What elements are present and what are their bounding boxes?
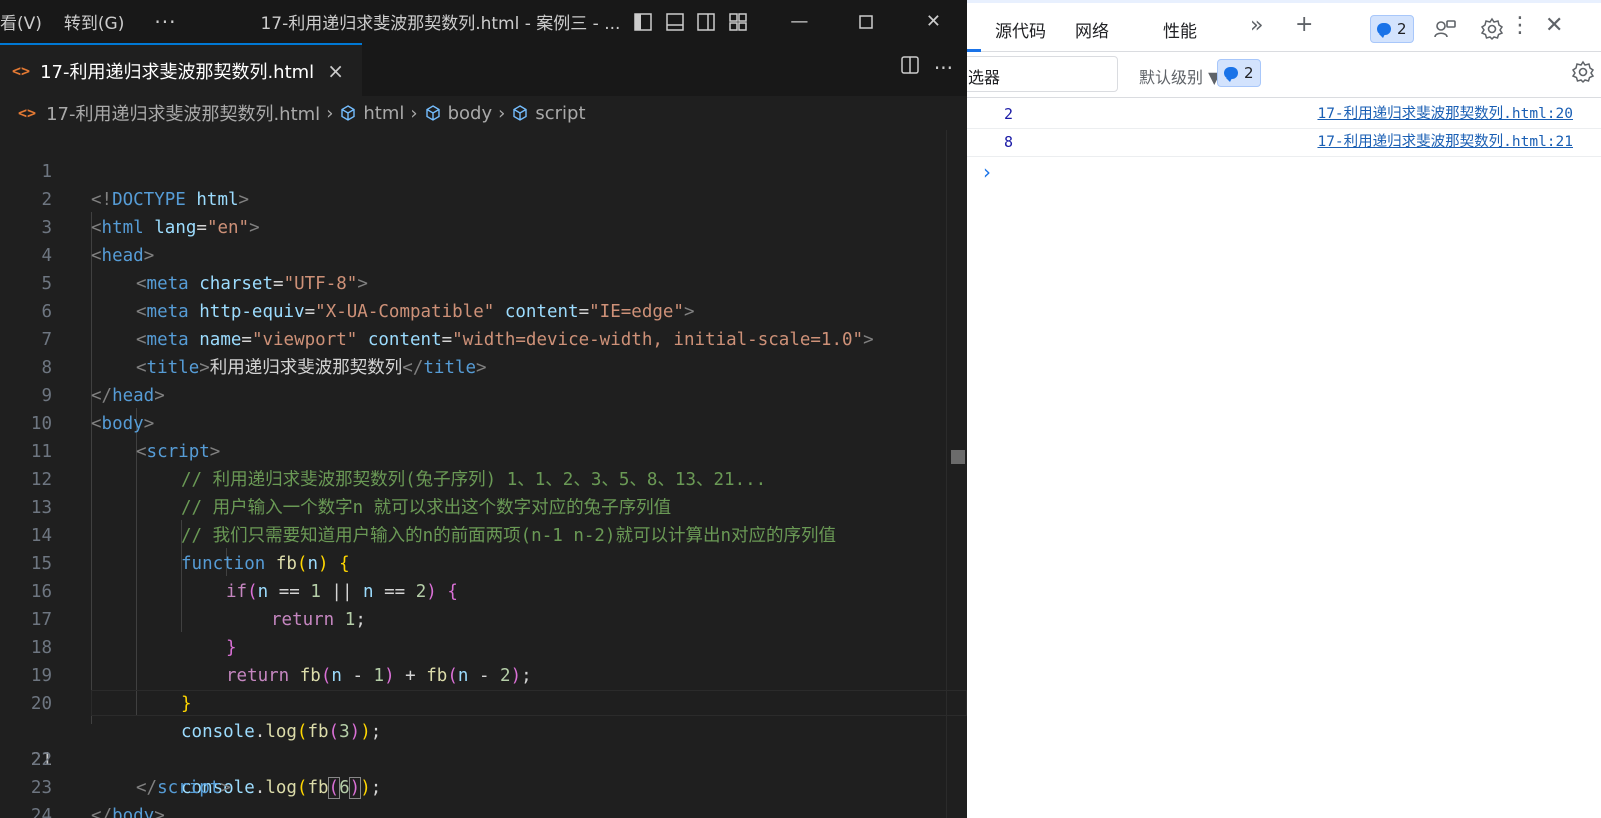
code-line-current: 21 console.log(fb(6)); (0, 690, 967, 799)
code-line: 9 <body> (0, 354, 967, 434)
line-number: 24 (30, 806, 52, 818)
menu-goto[interactable]: 转到(G) (64, 9, 136, 34)
filter-input[interactable]: 选器 (967, 56, 1118, 92)
chevron-right-icon: › (498, 102, 506, 124)
code-line: 8 </head> (0, 326, 967, 406)
code-line: 19 } (0, 634, 967, 714)
close-devtools-icon[interactable]: ✕ (1545, 13, 1563, 38)
log-levels-dropdown[interactable]: 默认级别 ▼ (1139, 64, 1220, 88)
symbol-icon (424, 104, 442, 122)
messages-badge[interactable]: 2 (1217, 59, 1261, 87)
code-line: 23 </body> (0, 746, 967, 818)
title-bar: 看(V) 转到(G) ··· 17-利用递归求斐波那契数列.html - 案例三… (0, 0, 967, 43)
code-line: 15 if(n == 1 || n == 2) { (0, 522, 967, 602)
code-line: 6 <meta name="viewport" content="width=d… (0, 270, 967, 350)
toggle-secondary-sidebar-icon[interactable] (693, 10, 721, 34)
code-line: 3 <head> (0, 186, 967, 266)
menu-view[interactable]: 看(V) (0, 9, 54, 34)
tab-close-icon[interactable]: × (327, 59, 344, 83)
breadcrumb-body[interactable]: body (448, 103, 493, 124)
symbol-icon (511, 104, 529, 122)
symbol-icon (339, 104, 357, 122)
code-line: 13 // 我们只需要知道用户输入的n的前面两项(n-1 n-2)就可以计算出n… (0, 466, 967, 546)
tab-sources[interactable]: 源代码 (995, 17, 1046, 42)
chevron-right-icon: › (410, 102, 418, 124)
tab-performance[interactable]: 性能 (1163, 17, 1197, 42)
html-file-icon: <> (12, 61, 31, 80)
code-line: 2 <html lang="en"> (0, 158, 967, 238)
console-message: 2 17-利用递归求斐波那契数列.html:20 (967, 101, 1601, 129)
console-message: 8 17-利用递归求斐波那契数列.html:21 (967, 129, 1601, 157)
window-title: 17-利用递归求斐波那契数列.html - 案例三 - ... (260, 14, 621, 34)
messages-count: 2 (1244, 64, 1254, 82)
devtools-toolbar: 源代码 网络 性能 » + 2 ⋮ ✕ (967, 0, 1601, 52)
code-line: 1 <!DOCTYPE html> (0, 130, 967, 210)
tab-network[interactable]: 网络 (1075, 17, 1109, 42)
more-tabs-icon[interactable]: » (1250, 13, 1263, 38)
source-link[interactable]: 17-利用递归求斐波那契数列.html:20 (1317, 101, 1573, 128)
current-line-highlight (91, 690, 967, 716)
code-line: 11 // 利用递归求斐波那契数列(兔子序列) 1、1、2、3、5、8、13、2… (0, 410, 967, 490)
split-editor-icon[interactable] (900, 55, 920, 80)
tab-actions: ··· (900, 55, 953, 80)
breadcrumb-script[interactable]: script (535, 103, 585, 124)
html-file-icon: <> (18, 104, 37, 122)
code-line: 16 return 1; (0, 550, 967, 630)
code-line: 4 <meta charset="UTF-8"> (0, 214, 967, 294)
editor-tab-active[interactable]: <> 17-利用递归求斐波那契数列.html × (0, 43, 362, 96)
code-line: 5 <meta http-equiv="X-UA-Compatible" con… (0, 242, 967, 322)
console-value: 2 (1004, 105, 1014, 123)
editor-scrollbar-track (946, 130, 947, 818)
customize-icon[interactable] (1433, 17, 1457, 47)
code-line: 7 <title>利用递归求斐波那契数列</title> (0, 298, 967, 378)
code-editor: 看(V) 转到(G) ··· 17-利用递归求斐波那契数列.html - 案例三… (0, 0, 967, 818)
issues-badge[interactable]: 2 (1370, 15, 1414, 43)
devtools-panel: 源代码 网络 性能 » + 2 ⋮ ✕ 选器 默认级别 ▼ 2 2 17-利用递… (967, 0, 1601, 818)
breadcrumb-html[interactable]: html (363, 103, 404, 124)
console-value: 8 (1004, 133, 1014, 151)
editor-tab-bar: <> 17-利用递归求斐波那契数列.html × ··· (0, 43, 967, 96)
code-line: 24 </html> (0, 774, 967, 818)
message-icon (1224, 67, 1238, 82)
customize-layout-icon[interactable] (724, 10, 752, 34)
code-line: 12 // 用户输入一个数字n 就可以求出这个数字对应的兔子序列值 (0, 438, 967, 518)
issues-count: 2 (1397, 20, 1407, 38)
source-link[interactable]: 17-利用递归求斐波那契数列.html:21 (1317, 129, 1573, 156)
code-line: 17 } (0, 578, 967, 658)
code-line: 14 function fb(n) { (0, 494, 967, 574)
code-line: 22 </script> (0, 718, 967, 798)
more-options-icon[interactable]: ⋮ (1509, 13, 1531, 38)
console-prompt-icon[interactable]: › (983, 160, 991, 184)
code-line: 10 <script> (0, 382, 967, 462)
message-icon (1377, 23, 1391, 38)
more-menu-icon[interactable]: ··· (154, 10, 176, 34)
close-window-icon[interactable]: ✕ (900, 0, 967, 43)
toggle-primary-sidebar-icon[interactable] (629, 10, 657, 34)
minimize-icon[interactable]: — (766, 0, 833, 43)
toggle-panel-icon[interactable] (661, 10, 689, 34)
maximize-icon[interactable] (833, 0, 900, 43)
add-tab-icon[interactable]: + (1295, 12, 1313, 37)
code-line: 20 console.log(fb(3)); (0, 662, 967, 742)
breadcrumb: <> 17-利用递归求斐波那契数列.html › html › body › s… (0, 96, 967, 130)
more-actions-icon[interactable]: ··· (934, 56, 953, 80)
code-area[interactable]: 1 <!DOCTYPE html> 2 <html lang="en"> 3 <… (0, 130, 967, 818)
console-settings-icon[interactable] (1571, 60, 1595, 90)
breadcrumb-file[interactable]: 17-利用递归求斐波那契数列.html (46, 100, 320, 126)
console-filter-bar: 选器 默认级别 ▼ 2 (967, 52, 1601, 98)
chevron-right-icon: › (326, 102, 334, 124)
tab-label: 17-利用递归求斐波那契数列.html (40, 61, 315, 83)
scrollbar-marker[interactable] (951, 450, 965, 464)
settings-gear-icon[interactable] (1480, 17, 1504, 47)
code-line: 18 return fb(n - 1) + fb(n - 2); (0, 606, 967, 686)
